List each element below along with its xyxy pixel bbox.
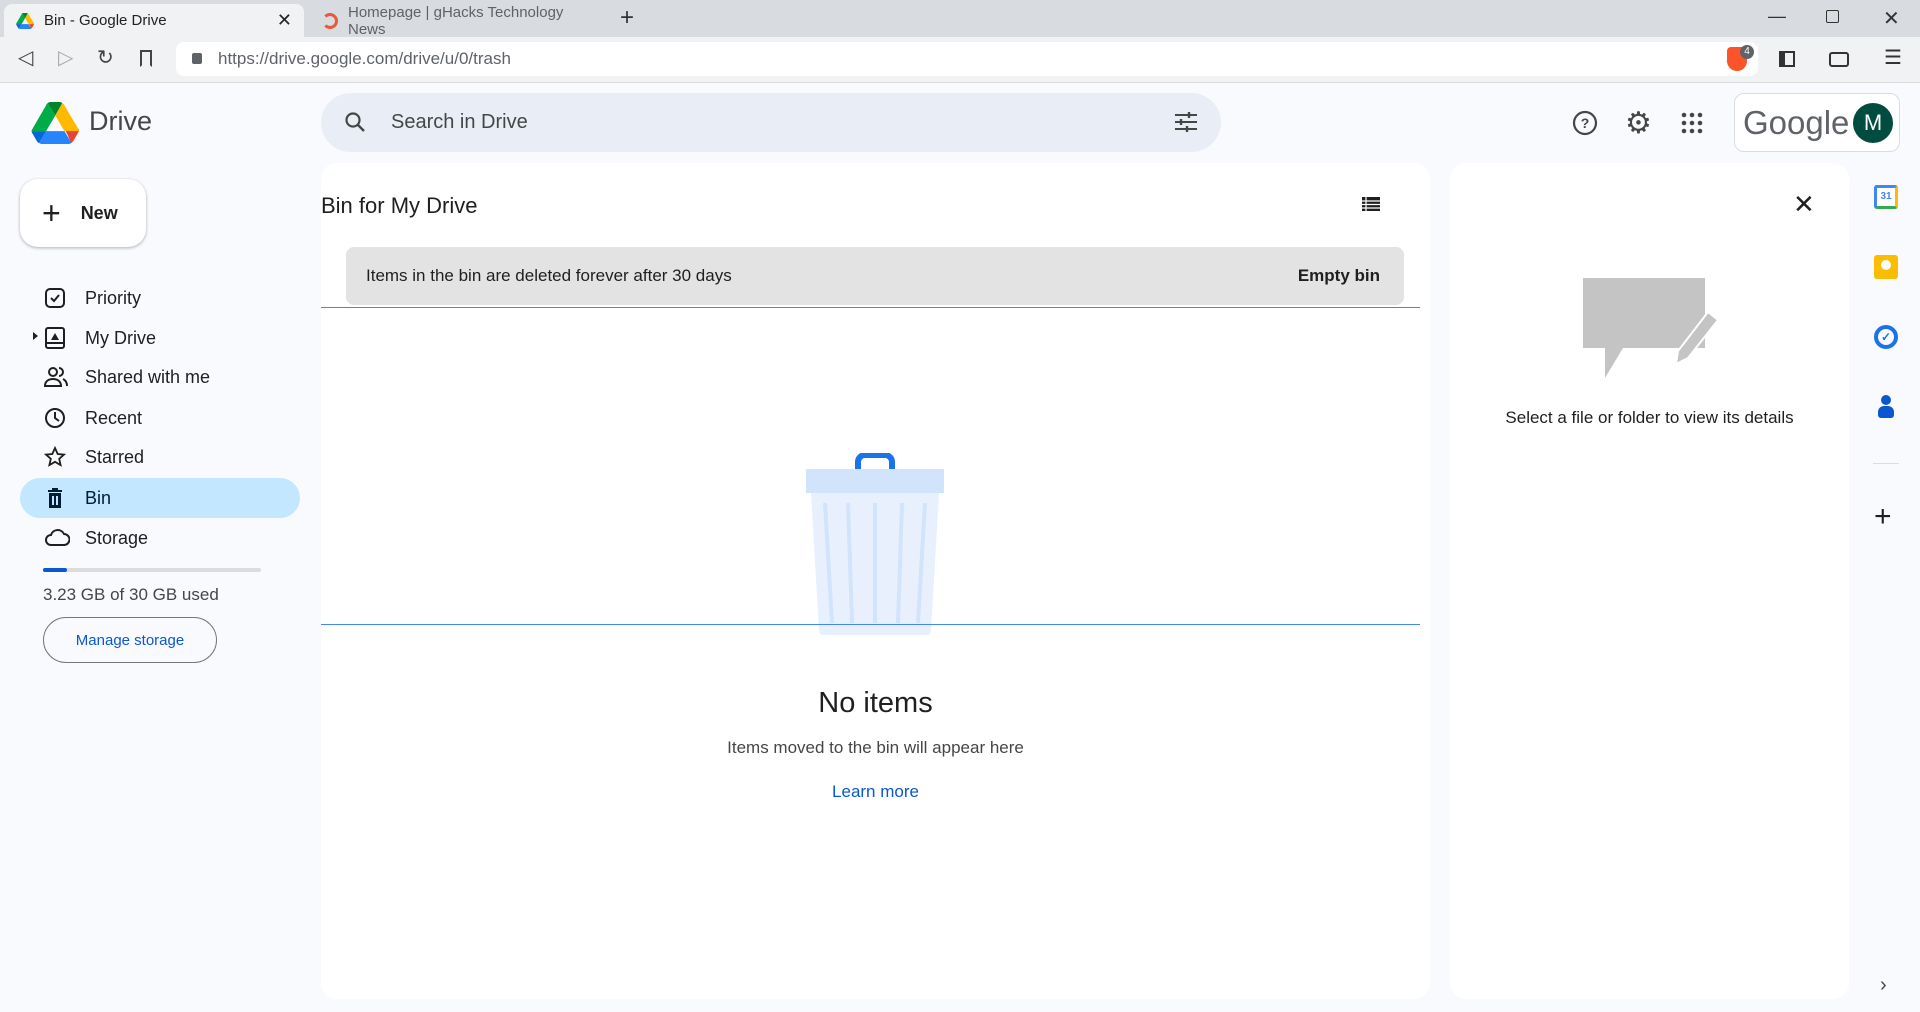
star-icon (44, 446, 66, 468)
new-button[interactable]: + New (20, 179, 146, 247)
learn-more-wrap: Learn more (321, 782, 1430, 802)
ghacks-favicon-icon (322, 12, 338, 29)
empty-state-title: No items (818, 687, 933, 719)
bin-info-banner: Items in the bin are deleted forever aft… (346, 247, 1404, 305)
wallet-icon[interactable] (1829, 52, 1849, 67)
manage-storage-button[interactable]: Manage storage (43, 617, 217, 663)
browser-toolbar: ◁ ▷ ↻ https://drive.google.com/drive/u/0… (0, 37, 1920, 83)
drive-favicon-icon (16, 12, 34, 29)
sidebar-item-my-drive[interactable]: My Drive (20, 318, 300, 358)
divider (321, 307, 1420, 308)
expand-arrow-icon[interactable] (33, 332, 38, 340)
sidebar-item-label: Bin (85, 487, 112, 508)
forward-button[interactable]: ▷ (58, 45, 73, 70)
my-drive-icon (44, 327, 66, 349)
sidebar-item-label: Starred (85, 446, 145, 467)
sidebar-item-priority[interactable]: Priority (20, 278, 300, 318)
keep-app-icon[interactable] (1874, 255, 1898, 279)
learn-more-link[interactable]: Learn more (832, 782, 919, 801)
lock-icon (192, 53, 202, 64)
sidebar-item-storage[interactable]: Storage (20, 518, 300, 558)
main-panel: Bin for My Drive Items in the bin are de… (321, 163, 1430, 999)
get-addons-button[interactable]: + (1874, 500, 1892, 534)
reload-button[interactable]: ↻ (97, 45, 114, 70)
svg-text:?: ? (1581, 115, 1590, 131)
list-view-button[interactable] (1361, 196, 1381, 212)
sidebar-item-shared-with-me[interactable]: Shared with me (20, 357, 300, 397)
details-empty-message: Select a file or folder to view its deta… (1505, 408, 1794, 427)
restore-button[interactable] (1826, 10, 1839, 23)
address-bar[interactable]: https://drive.google.com/drive/u/0/trash… (176, 42, 1758, 76)
page-title: Bin for My Drive (321, 193, 478, 218)
plus-icon: + (42, 194, 61, 231)
rail-divider (1873, 463, 1899, 464)
empty-trash-illustration (806, 453, 946, 635)
storage-used-text: 3.23 GB of 30 GB used (43, 585, 219, 604)
sidebar-toggle-icon[interactable] (1779, 51, 1795, 67)
search-icon (343, 110, 367, 134)
comment-edit-illustration (1583, 278, 1719, 378)
menu-icon[interactable]: ☰ (1884, 45, 1902, 70)
url-text: https://drive.google.com/drive/u/0/trash (218, 49, 511, 68)
details-panel: ✕ Select a file or folder to view its de… (1450, 163, 1849, 999)
search-placeholder: Search in Drive (391, 111, 528, 133)
trash-icon (44, 487, 66, 509)
contacts-app-icon[interactable] (1874, 395, 1898, 419)
close-window-button[interactable]: ✕ (1883, 6, 1900, 31)
bookmark-button[interactable] (140, 50, 152, 67)
new-label: New (80, 202, 118, 223)
storage-bar (43, 568, 261, 572)
calendar-app-icon[interactable]: 31 (1874, 185, 1898, 209)
shields-badge: 4 (1740, 45, 1754, 59)
search-input[interactable]: Search in Drive (321, 93, 1221, 152)
priority-icon (44, 287, 66, 309)
back-button[interactable]: ◁ (18, 45, 33, 70)
sidebar-item-label: My Drive (85, 327, 156, 348)
empty-state-subtitle: Items moved to the bin will appear here (727, 738, 1024, 757)
search-options-icon[interactable] (1173, 110, 1199, 134)
clock-icon (44, 407, 66, 429)
drive-logo-icon[interactable] (31, 102, 79, 144)
new-tab-button[interactable]: + (620, 4, 634, 32)
tasks-app-icon[interactable]: ✓ (1874, 325, 1898, 349)
sidebar-item-label: Storage (85, 527, 149, 548)
shared-icon (44, 366, 68, 388)
sidebar-item-label: Priority (85, 287, 142, 308)
sidebar-item-label: Shared with me (85, 366, 211, 387)
tab-title: Homepage | gHacks Technology News (348, 3, 564, 38)
sidebar-item-bin[interactable]: Bin (20, 478, 300, 518)
tab-title: Bin - Google Drive (44, 12, 167, 29)
google-brand: Google (1743, 104, 1850, 141)
sidebar-item-recent[interactable]: Recent (20, 398, 300, 438)
browser-tab-bar: Bin - Google Drive ✕ Homepage | gHacks T… (0, 0, 1920, 38)
sidebar-item-label: Recent (85, 407, 143, 428)
apps-grid-icon[interactable] (1680, 111, 1704, 135)
empty-bin-button[interactable]: Empty bin (1298, 266, 1380, 286)
storage-bar-fill (43, 568, 67, 572)
account-button[interactable]: Google M (1734, 93, 1900, 152)
avatar: M (1853, 103, 1893, 143)
tab-close-icon[interactable]: ✕ (277, 10, 292, 31)
help-icon[interactable]: ? (1572, 110, 1598, 136)
minimize-button[interactable]: — (1768, 6, 1786, 27)
sidebar-item-starred[interactable]: Starred (20, 437, 300, 477)
close-details-button[interactable]: ✕ (1793, 189, 1815, 220)
settings-gear-icon[interactable]: ⚙ (1625, 106, 1652, 141)
divider (321, 624, 1420, 625)
tab-ghacks[interactable]: Homepage | gHacks Technology News (310, 3, 605, 38)
show-side-panel-chevron-icon[interactable]: › (1880, 974, 1887, 997)
app-name: Drive (89, 106, 153, 136)
cloud-icon (44, 527, 70, 549)
banner-text: Items in the bin are deleted forever aft… (366, 266, 732, 285)
tab-bin-google-drive[interactable]: Bin - Google Drive ✕ (4, 4, 304, 37)
